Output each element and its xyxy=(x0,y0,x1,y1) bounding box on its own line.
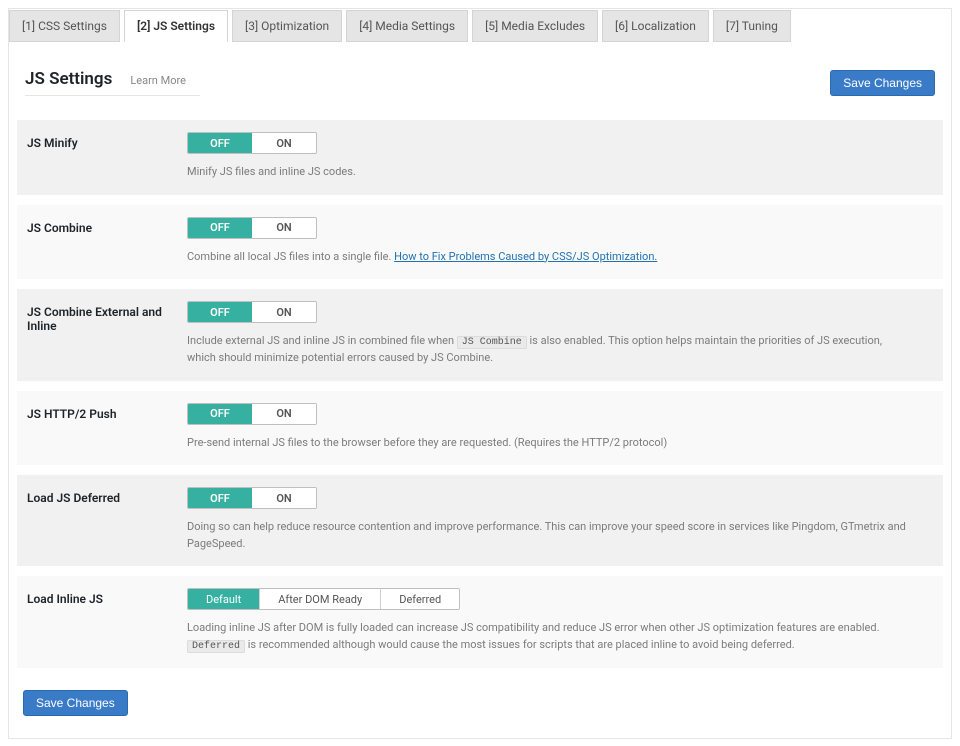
desc-js-combine: Combine all local JS files into a single… xyxy=(187,249,907,266)
seg-default[interactable]: Default xyxy=(188,589,260,609)
desc-js-combine-ext: Include external JS and inline JS in com… xyxy=(187,333,907,367)
how-to-fix-link[interactable]: How to Fix Problems Caused by CSS/JS Opt… xyxy=(394,250,657,263)
tab-media-settings[interactable]: [4] Media Settings xyxy=(346,10,468,42)
row-js-combine: JS Combine OFF ON Combine all local JS f… xyxy=(17,205,943,280)
tab-optimization[interactable]: [3] Optimization xyxy=(232,10,342,42)
desc-pre: Include external JS and inline JS in com… xyxy=(187,334,457,347)
tab-tuning[interactable]: [7] Tuning xyxy=(713,10,791,42)
row-js-http2: JS HTTP/2 Push OFF ON Pre-send internal … xyxy=(17,391,943,466)
desc-line2-post: is recommended although would cause the … xyxy=(245,638,795,651)
footer: Save Changes xyxy=(9,684,951,738)
toggle-on[interactable]: ON xyxy=(252,404,316,424)
page-title: JS Settings xyxy=(25,69,112,89)
toggle-js-combine-ext[interactable]: OFF ON xyxy=(187,301,317,323)
page-header: JS Settings Learn More Save Changes xyxy=(9,41,951,104)
desc-js-minify: Minify JS files and inline JS codes. xyxy=(187,164,907,181)
seg-deferred[interactable]: Deferred xyxy=(381,589,459,609)
toggle-off[interactable]: OFF xyxy=(188,133,252,153)
toggle-on[interactable]: ON xyxy=(252,218,316,238)
settings-panel: [1] CSS Settings [2] JS Settings [3] Opt… xyxy=(8,8,952,739)
desc-js-deferred: Doing so can help reduce resource conten… xyxy=(187,519,907,552)
row-js-deferred: Load JS Deferred OFF ON Doing so can hel… xyxy=(17,475,943,566)
desc-load-inline-js: Loading inline JS after DOM is fully loa… xyxy=(187,620,907,654)
row-js-minify: JS Minify OFF ON Minify JS files and inl… xyxy=(17,120,943,195)
desc-js-http2: Pre-send internal JS files to the browse… xyxy=(187,435,907,452)
tab-localization[interactable]: [6] Localization xyxy=(602,10,709,42)
settings-rows: JS Minify OFF ON Minify JS files and inl… xyxy=(9,104,951,684)
desc-text: Combine all local JS files into a single… xyxy=(187,250,394,263)
toggle-off[interactable]: OFF xyxy=(188,218,252,238)
code-deferred: Deferred xyxy=(187,640,245,653)
label-js-combine-ext: JS Combine External and Inline xyxy=(27,301,187,333)
save-changes-button-bottom[interactable]: Save Changes xyxy=(23,690,128,716)
tab-bar: [1] CSS Settings [2] JS Settings [3] Opt… xyxy=(9,9,951,41)
row-load-inline-js: Load Inline JS Default After DOM Ready D… xyxy=(17,576,943,668)
row-js-combine-ext: JS Combine External and Inline OFF ON In… xyxy=(17,289,943,381)
tab-css-settings[interactable]: [1] CSS Settings xyxy=(9,10,120,42)
learn-more-link[interactable]: Learn More xyxy=(130,74,186,87)
seg-after-dom-ready[interactable]: After DOM Ready xyxy=(260,589,381,609)
label-js-combine: JS Combine xyxy=(27,217,187,235)
toggle-js-http2[interactable]: OFF ON xyxy=(187,403,317,425)
toggle-js-deferred[interactable]: OFF ON xyxy=(187,487,317,509)
label-js-http2: JS HTTP/2 Push xyxy=(27,403,187,421)
toggle-off[interactable]: OFF xyxy=(188,488,252,508)
tab-js-settings[interactable]: [2] JS Settings xyxy=(124,10,228,42)
toggle-js-combine[interactable]: OFF ON xyxy=(187,217,317,239)
toggle-off[interactable]: OFF xyxy=(188,404,252,424)
label-js-minify: JS Minify xyxy=(27,132,187,150)
toggle-on[interactable]: ON xyxy=(252,488,316,508)
save-changes-button[interactable]: Save Changes xyxy=(830,70,935,96)
tab-media-excludes[interactable]: [5] Media Excludes xyxy=(472,10,598,42)
toggle-off[interactable]: OFF xyxy=(188,302,252,322)
label-js-deferred: Load JS Deferred xyxy=(27,487,187,505)
toggle-on[interactable]: ON xyxy=(252,133,316,153)
label-load-inline-js: Load Inline JS xyxy=(27,588,187,606)
desc-line1: Loading inline JS after DOM is fully loa… xyxy=(187,621,879,634)
segment-load-inline-js[interactable]: Default After DOM Ready Deferred xyxy=(187,588,460,610)
toggle-js-minify[interactable]: OFF ON xyxy=(187,132,317,154)
toggle-on[interactable]: ON xyxy=(252,302,316,322)
code-js-combine: JS Combine xyxy=(457,336,527,349)
